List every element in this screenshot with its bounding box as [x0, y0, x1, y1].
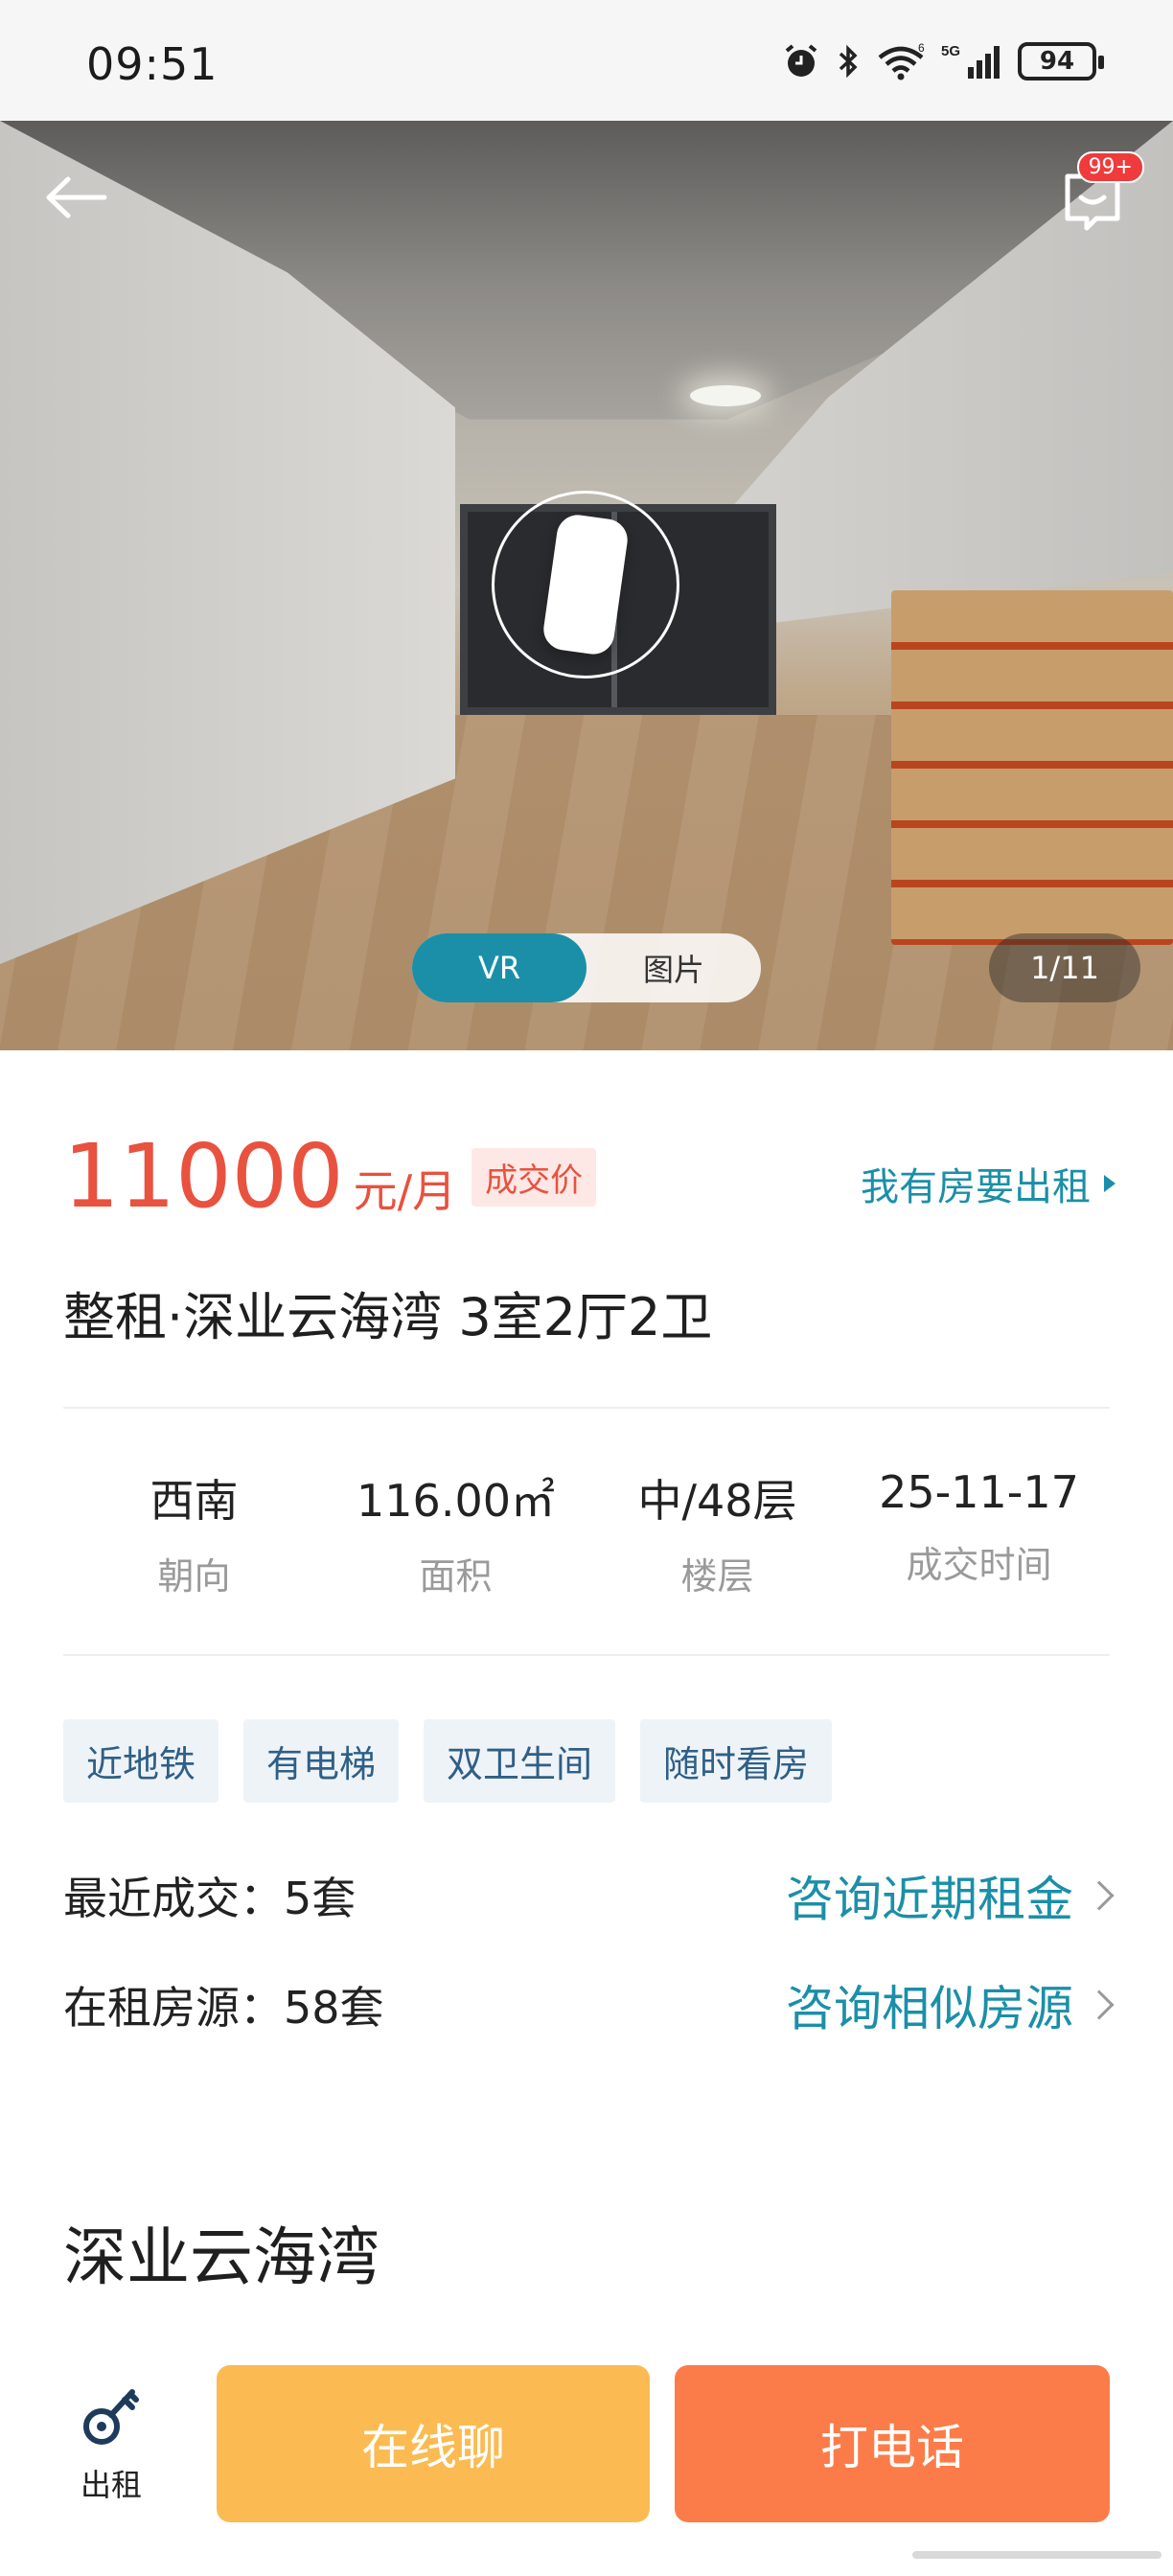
community-name: 深业云海湾	[63, 2220, 380, 2294]
stat-label: 面积	[419, 1555, 493, 1598]
tag-elevator: 有电梯	[243, 1719, 400, 1803]
media-tab-switcher: VR 图片	[412, 933, 761, 1002]
stat-value: 中/48层	[637, 1475, 797, 1527]
rent-out-button[interactable]: 出租	[63, 2377, 159, 2505]
tag-two-bathrooms: 双卫生间	[424, 1719, 616, 1803]
alarm-icon	[782, 42, 820, 80]
renting-row: 在租房源：58套 咨询相似房源	[63, 1970, 1115, 2039]
online-chat-button[interactable]: 在线聊	[217, 2365, 650, 2522]
message-badge: 99+	[1076, 151, 1144, 183]
ask-recent-rent-link[interactable]: 咨询近期租金	[786, 1861, 1115, 1930]
status-bar: 09:51 6 5G 94	[0, 0, 1173, 121]
hero-image[interactable]: 99+ VR 图片 1/11	[0, 121, 1173, 1050]
list-my-property-link[interactable]: 我有房要出租	[861, 1156, 1116, 1211]
price-unit: 元/月	[353, 1165, 457, 1217]
recent-deals-label: 最近成交：5套	[63, 1873, 356, 1924]
tab-photos[interactable]: 图片	[586, 933, 761, 1002]
battery-indicator: 94	[1018, 42, 1104, 80]
ask-recent-rent-label: 咨询近期租金	[786, 1872, 1073, 1927]
wifi-icon: 6	[876, 42, 926, 80]
stat-value: 西南	[150, 1475, 239, 1527]
stat-label: 楼层	[680, 1555, 754, 1598]
status-icons: 6 5G 94	[782, 42, 1104, 80]
stat-area: 116.00㎡ 面积	[325, 1466, 586, 1599]
ask-similar-listings-link[interactable]: 咨询相似房源	[786, 1970, 1115, 2039]
stacked-boxes	[891, 590, 1173, 945]
feature-tags: 近地铁 有电梯 双卫生间 随时看房	[63, 1719, 833, 1803]
divider	[63, 1407, 1110, 1409]
vr-hotspot[interactable]	[492, 491, 679, 678]
bluetooth-icon	[836, 42, 861, 80]
image-counter: 1/11	[989, 933, 1140, 1002]
recent-deals-row: 最近成交：5套 咨询近期租金	[63, 1861, 1115, 1930]
rent-out-label: 出租	[80, 2467, 142, 2503]
stat-floor: 中/48层 楼层	[586, 1466, 848, 1599]
listing-title: 整租·深业云海湾 3室2厅2卫	[63, 1287, 713, 1347]
message-button[interactable]: 99+	[1058, 151, 1144, 234]
stat-value: 25-11-17	[879, 1466, 1079, 1518]
svg-text:6: 6	[918, 42, 925, 55]
arrow-left-icon	[46, 176, 107, 218]
back-button[interactable]	[38, 159, 115, 236]
ask-similar-listings-label: 咨询相似房源	[786, 1981, 1073, 2036]
bottom-action-bar: 出租 在线聊 打电话	[0, 2336, 1173, 2576]
renting-label: 在租房源：58套	[63, 1982, 384, 2034]
list-my-property-label: 我有房要出租	[861, 1165, 1091, 1209]
stat-value: 116.00㎡	[356, 1475, 555, 1527]
tab-vr[interactable]: VR	[412, 933, 586, 1002]
divider	[63, 1654, 1110, 1656]
signal-icon: 5G	[941, 42, 1002, 80]
call-button[interactable]: 打电话	[675, 2365, 1110, 2522]
stat-label: 成交时间	[906, 1544, 1052, 1586]
chevron-right-icon	[1084, 1990, 1115, 2020]
tag-view-anytime: 随时看房	[640, 1719, 833, 1803]
deal-price-tag: 成交价	[472, 1147, 597, 1207]
chevron-right-icon	[1084, 1880, 1115, 1911]
price-value: 11000	[63, 1125, 344, 1228]
tag-near-subway: 近地铁	[63, 1719, 219, 1803]
stat-orientation: 西南 朝向	[63, 1466, 325, 1599]
stat-label: 朝向	[157, 1555, 231, 1598]
home-indicator	[912, 2551, 1162, 2559]
key-icon	[83, 2389, 139, 2445]
stat-deal-date: 25-11-17 成交时间	[848, 1466, 1110, 1599]
stats-row: 西南 朝向 116.00㎡ 面积 中/48层 楼层 25-11-17 成交时间	[63, 1466, 1110, 1599]
status-time: 09:51	[86, 38, 218, 90]
svg-text:5G: 5G	[941, 43, 960, 59]
ceiling-lamp	[690, 385, 761, 406]
vr-device-icon	[540, 512, 631, 657]
triangle-right-icon	[1104, 1175, 1116, 1192]
price-row: 11000 元/月 成交价	[63, 1125, 597, 1228]
